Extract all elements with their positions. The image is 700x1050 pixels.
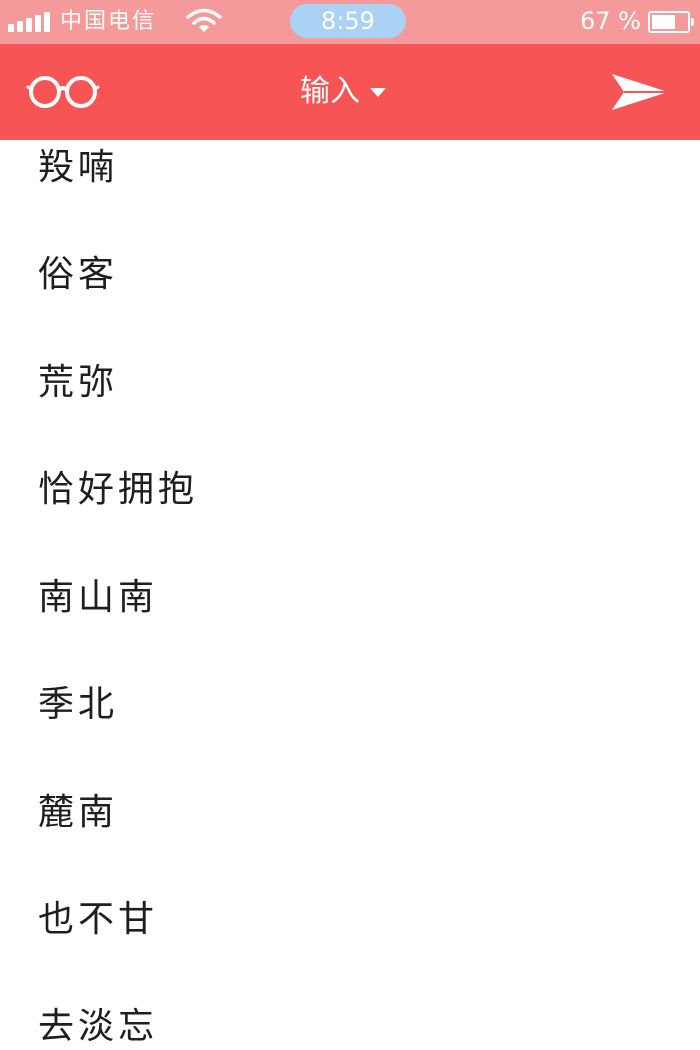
send-button[interactable] — [610, 70, 670, 114]
list-item[interactable]: 也不甘 — [38, 890, 158, 950]
glasses-icon — [26, 76, 100, 108]
nav-title: 输入 — [300, 74, 360, 109]
list-item[interactable]: 季北 — [38, 675, 118, 735]
list-item[interactable]: 麓南 — [38, 783, 118, 843]
list-item[interactable]: 南山南 — [38, 568, 158, 628]
send-icon — [612, 74, 668, 110]
signal-strength-icon — [8, 10, 54, 32]
list-item[interactable]: 俗客 — [38, 245, 118, 305]
status-bar: 中国电信 8:59 67 % — [0, 0, 700, 44]
input-mode-dropdown[interactable]: 输入 — [300, 70, 386, 114]
list-item[interactable]: 恰好拥抱 — [38, 460, 198, 520]
battery-icon — [648, 11, 694, 33]
glasses-button[interactable] — [26, 74, 104, 110]
list-item[interactable]: 荒弥 — [38, 353, 118, 413]
carrier-name: 中国电信 — [60, 9, 157, 34]
phrase-list: 羖喃 俗客 荒弥 恰好拥抱 南山南 季北 麓南 也不甘 去淡忘 — [0, 140, 700, 1050]
battery-percent: 67 % — [580, 7, 641, 35]
list-item[interactable]: 羖喃 — [38, 140, 118, 198]
navigation-bar: 输入 — [0, 44, 700, 140]
list-item[interactable]: 去淡忘 — [38, 997, 158, 1050]
chevron-down-icon — [370, 87, 386, 97]
status-time: 8:59 — [290, 4, 406, 38]
wifi-icon — [186, 8, 222, 38]
